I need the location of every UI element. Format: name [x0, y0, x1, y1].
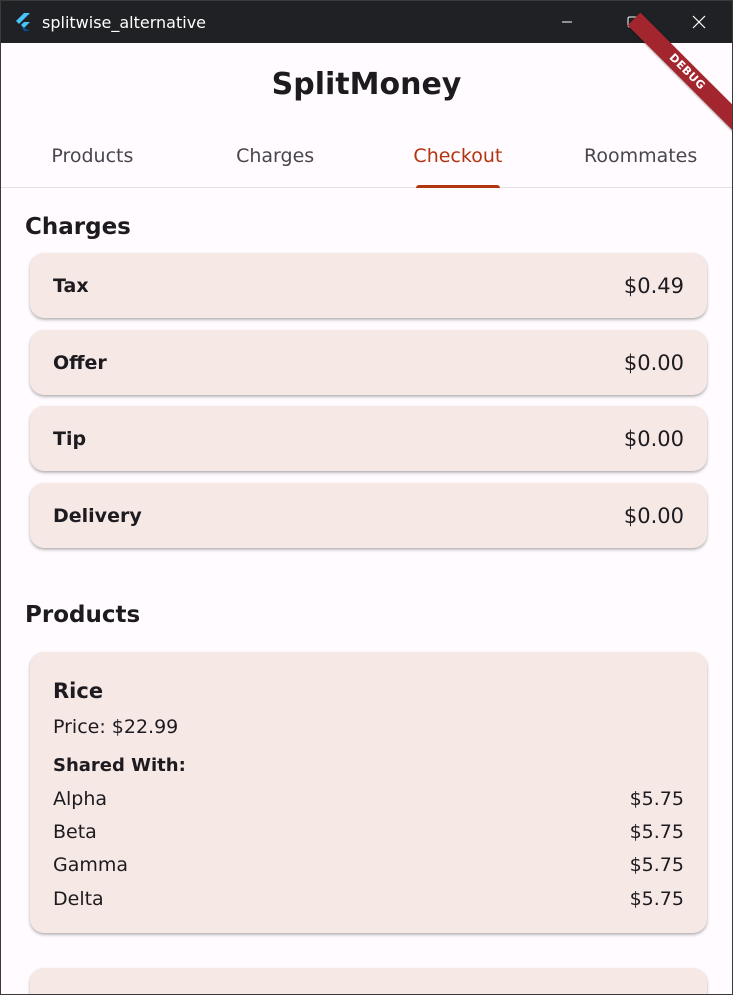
charge-card-tax[interactable]: Tax $0.49 [30, 253, 707, 318]
share-amount: $5.75 [629, 788, 684, 810]
app-bar: SplitMoney [1, 43, 732, 125]
charge-card-delivery[interactable]: Delivery $0.00 [30, 483, 707, 548]
roommate-name: Beta [53, 821, 97, 843]
share-amount: $5.75 [629, 888, 684, 910]
app-title: SplitMoney [271, 66, 462, 102]
charge-amount: $0.49 [623, 273, 684, 298]
share-row: Gamma $5.75 [53, 853, 684, 877]
product-card-rice[interactable]: Rice Price: $22.99 Shared With: Alpha $5… [30, 652, 707, 933]
product-price: Price: $22.99 [53, 716, 179, 738]
charge-amount: $0.00 [623, 426, 684, 451]
close-button[interactable] [666, 1, 732, 43]
charge-amount: $0.00 [623, 503, 684, 528]
roommate-name: Gamma [53, 854, 129, 876]
minimize-icon [562, 21, 572, 23]
tab-indicator [415, 185, 500, 188]
tab-label: Charges [236, 145, 315, 167]
product-name: Rice [53, 679, 104, 703]
roommate-name: Delta [53, 888, 104, 910]
shared-with-label: Shared With: [53, 755, 186, 776]
charge-label: Tax [53, 274, 89, 297]
charges-heading: Charges [25, 214, 131, 240]
flutter-icon [16, 13, 30, 31]
charge-label: Tip [53, 427, 87, 450]
close-icon [692, 15, 706, 29]
charge-amount: $0.00 [623, 350, 684, 375]
share-amount: $5.75 [629, 854, 684, 876]
tab-bar: Products Charges Checkout Roommates [1, 125, 732, 188]
tab-products[interactable]: Products [1, 125, 184, 187]
share-row: Alpha $5.75 [53, 787, 684, 811]
share-row: Delta $5.75 [53, 887, 684, 911]
charge-label: Delivery [53, 504, 142, 527]
share-amount: $5.75 [629, 821, 684, 843]
charge-label: Offer [53, 351, 107, 374]
roommate-name: Alpha [53, 788, 108, 810]
products-heading: Products [25, 602, 141, 628]
charge-card-tip[interactable]: Tip $0.00 [30, 406, 707, 471]
tab-charges[interactable]: Charges [184, 125, 367, 187]
share-row: Beta $5.75 [53, 820, 684, 844]
tab-roommates[interactable]: Roommates [549, 125, 732, 187]
product-card-next[interactable] [30, 968, 707, 994]
tab-checkout[interactable]: Checkout [367, 125, 550, 188]
charge-card-offer[interactable]: Offer $0.00 [30, 330, 707, 395]
title-bar[interactable]: splitwise_alternative [1, 1, 732, 43]
window-title: splitwise_alternative [42, 12, 207, 32]
tab-label: Products [51, 145, 134, 167]
tab-label: Checkout [413, 145, 503, 167]
minimize-button[interactable] [534, 1, 600, 43]
app-window: splitwise_alternative DEBUG SplitMoney P… [0, 0, 733, 995]
tab-label: Roommates [583, 145, 698, 167]
